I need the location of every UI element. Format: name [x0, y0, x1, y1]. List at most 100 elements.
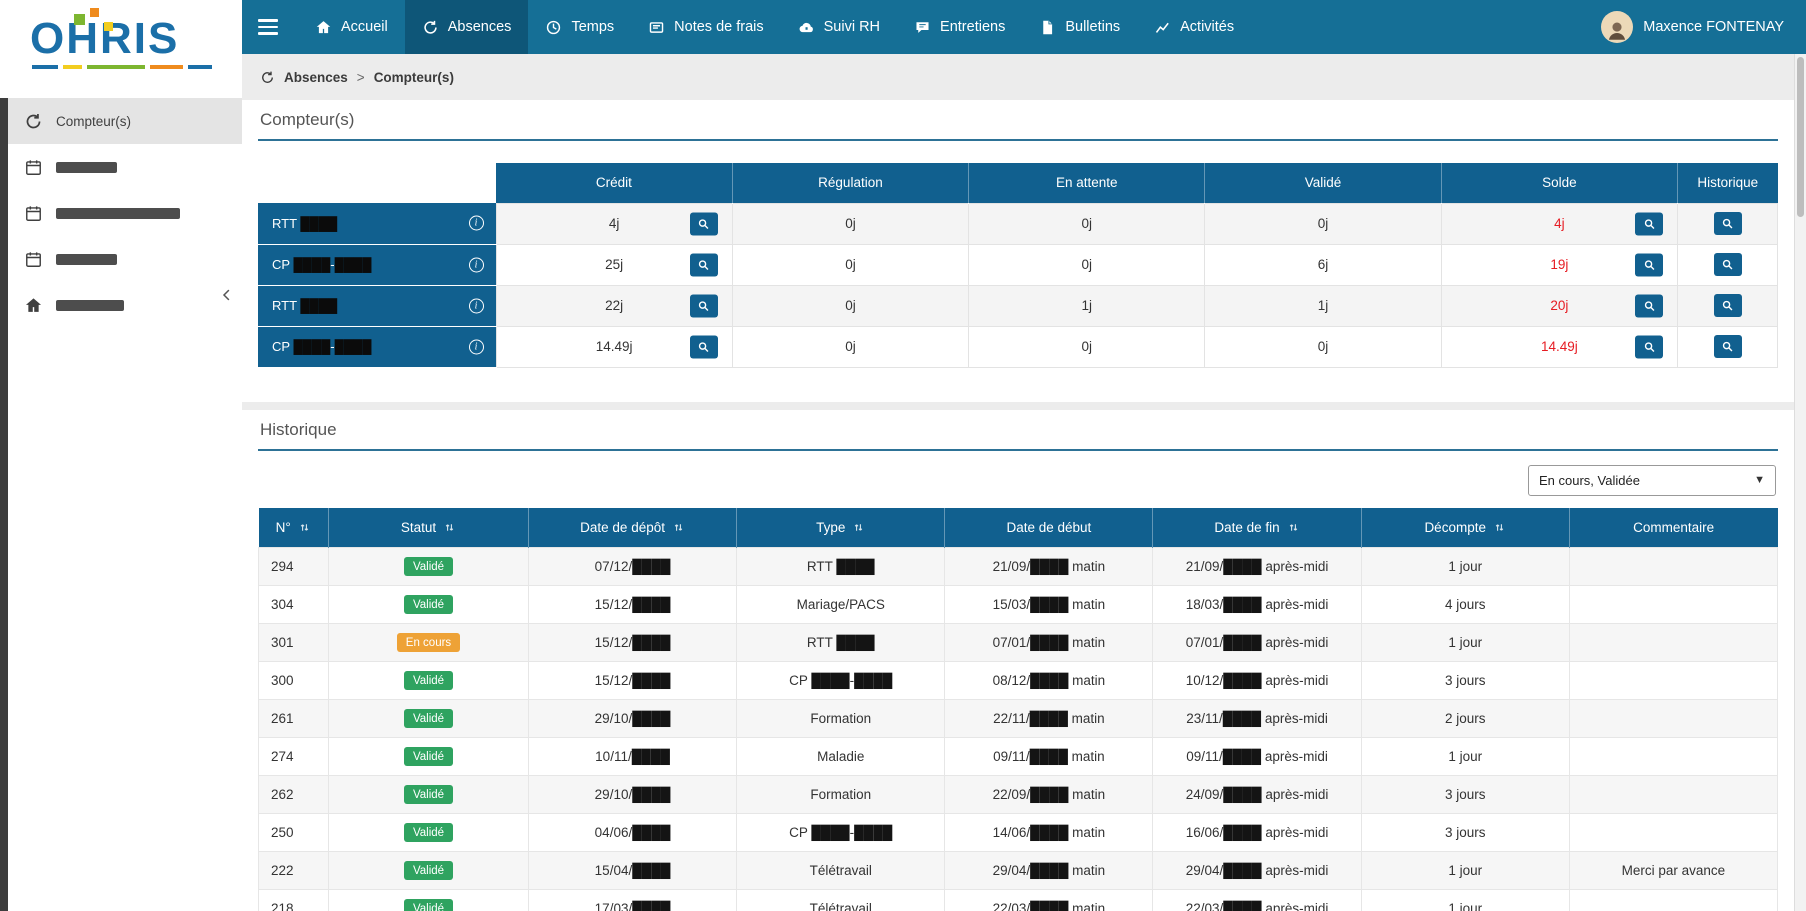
request-comment: [1569, 814, 1777, 852]
avatar: [1601, 11, 1633, 43]
hist-col-date-de-fin[interactable]: Date de fin: [1153, 508, 1361, 548]
request-count: 3 jours: [1361, 662, 1569, 700]
credit-detail-button[interactable]: [690, 212, 718, 235]
redacted-text: ████: [811, 673, 849, 688]
counters-section: Compteur(s) CréditRégulationEn attenteVa…: [242, 100, 1794, 402]
redacted-text: ████: [1030, 711, 1068, 726]
request-count: 4 jours: [1361, 586, 1569, 624]
nav-item-activites[interactable]: Activités: [1137, 0, 1251, 54]
calendar-icon: [24, 204, 43, 223]
history-detail-button[interactable]: [1714, 253, 1742, 276]
nav-item-absences[interactable]: Absences: [405, 0, 529, 54]
redacted-text: ████: [1030, 673, 1068, 688]
counter-regulation: 0j: [732, 203, 968, 244]
request-number: 300: [259, 662, 329, 700]
history-row: 304Validé15/12/████Mariage/PACS15/03/███…: [259, 586, 1778, 624]
counters-table: CréditRégulationEn attenteValidéSoldeHis…: [258, 163, 1778, 368]
chart-icon: [1154, 19, 1171, 36]
redacted-text: ████: [1223, 711, 1261, 726]
request-count: 3 jours: [1361, 776, 1569, 814]
sidebar-item-redacted-1[interactable]: [8, 144, 242, 190]
hist-col-decompte[interactable]: Décompte: [1361, 508, 1569, 548]
request-end-date: 24/09/████ après-midi: [1153, 776, 1361, 814]
home-icon: [315, 19, 332, 36]
redacted-text: ████: [1223, 901, 1261, 911]
request-deposit-date: 29/10/████: [529, 700, 737, 738]
scrollbar[interactable]: [1794, 54, 1806, 911]
scrollbar-thumb[interactable]: [1797, 57, 1804, 217]
credit-detail-button[interactable]: [690, 294, 718, 317]
redacted-text: ████: [632, 673, 670, 688]
hist-col-commentaire: Commentaire: [1569, 508, 1777, 548]
history-detail-button[interactable]: [1714, 294, 1742, 317]
info-icon[interactable]: i: [469, 298, 484, 313]
info-icon[interactable]: i: [469, 257, 484, 272]
circular-arrow-icon: [422, 19, 439, 36]
hist-col-date-de-depot[interactable]: Date de dépôt: [529, 508, 737, 548]
nav-item-suivi-rh[interactable]: Suivi RH: [781, 0, 897, 54]
logo-orange-square: [90, 8, 99, 17]
request-deposit-date: 15/12/████: [529, 586, 737, 624]
credit-detail-button[interactable]: [690, 335, 718, 358]
hist-col-n[interactable]: N°: [259, 508, 329, 548]
history-detail-button[interactable]: [1714, 335, 1742, 358]
history-detail-button[interactable]: [1714, 212, 1742, 235]
request-end-date: 10/12/████ après-midi: [1153, 662, 1361, 700]
counters-col-en-attente: En attente: [969, 163, 1205, 203]
status-filter-select[interactable]: En cours, Validée ▼: [1528, 465, 1776, 496]
sort-icon: [443, 521, 456, 534]
info-icon[interactable]: i: [469, 216, 484, 231]
nav-item-entretiens[interactable]: Entretiens: [897, 0, 1022, 54]
sort-icon: [1287, 521, 1300, 534]
nav-item-notes-de-frais[interactable]: Notes de frais: [631, 0, 780, 54]
status-badge: Validé: [404, 595, 453, 614]
nav-item-label: Accueil: [341, 19, 388, 35]
request-deposit-date: 15/12/████: [529, 662, 737, 700]
request-deposit-date: 07/12/████: [529, 548, 737, 586]
brand-logo[interactable]: OHRIS: [0, 0, 242, 98]
info-icon[interactable]: i: [469, 339, 484, 354]
balance-detail-button[interactable]: [1635, 294, 1663, 317]
nav-item-temps[interactable]: Temps: [528, 0, 631, 54]
nav-item-accueil[interactable]: Accueil: [298, 0, 405, 54]
nav-item-bulletins[interactable]: Bulletins: [1022, 0, 1137, 54]
menu-icon[interactable]: [258, 19, 278, 35]
request-count: 1 jour: [1361, 624, 1569, 662]
request-comment: Merci par avance: [1569, 852, 1777, 890]
counters-col-solde: Solde: [1441, 163, 1677, 203]
redacted-text: ████: [836, 559, 874, 574]
counters-col-regulation: Régulation: [732, 163, 968, 203]
history-filter-row: En cours, Validée ▼: [258, 451, 1778, 508]
breadcrumb-compteurs: Compteur(s): [374, 70, 454, 85]
redacted-text: ████: [854, 673, 892, 688]
balance-detail-button[interactable]: [1635, 212, 1663, 235]
nav-item-label: Notes de frais: [674, 19, 763, 35]
history-row: 294Validé07/12/████RTT ████21/09/████ ma…: [259, 548, 1778, 586]
counter-label: CP ████-████i: [258, 326, 496, 367]
request-comment: [1569, 700, 1777, 738]
counter-credit: 14.49j: [496, 326, 732, 367]
credit-detail-button[interactable]: [690, 253, 718, 276]
request-number: 262: [259, 776, 329, 814]
sidebar-item-redacted-2[interactable]: [8, 190, 242, 236]
history-row: 262Validé29/10/████Formation22/09/████ m…: [259, 776, 1778, 814]
counter-pending: 0j: [969, 203, 1205, 244]
balance-detail-button[interactable]: [1635, 335, 1663, 358]
counter-validated: 0j: [1205, 326, 1441, 367]
hist-col-statut[interactable]: Statut: [329, 508, 529, 548]
sidebar-item-redacted-4[interactable]: [8, 282, 242, 328]
breadcrumb-absences[interactable]: Absences: [284, 70, 348, 85]
counter-regulation: 0j: [732, 285, 968, 326]
user-menu[interactable]: Maxence FONTENAY: [1601, 11, 1806, 43]
counter-history: [1678, 326, 1778, 367]
sidebar-item-compteur-s[interactable]: Compteur(s): [8, 98, 242, 144]
history-row: 300Validé15/12/████CP ████-████08/12/███…: [259, 662, 1778, 700]
sidebar-collapse-button[interactable]: [218, 286, 236, 304]
counter-pending: 1j: [969, 285, 1205, 326]
document-icon: [1039, 19, 1056, 36]
redacted-text: ████: [1223, 825, 1261, 840]
balance-detail-button[interactable]: [1635, 253, 1663, 276]
request-start-date: 15/03/████ matin: [945, 586, 1153, 624]
hist-col-type[interactable]: Type: [737, 508, 945, 548]
sidebar-item-redacted-3[interactable]: [8, 236, 242, 282]
